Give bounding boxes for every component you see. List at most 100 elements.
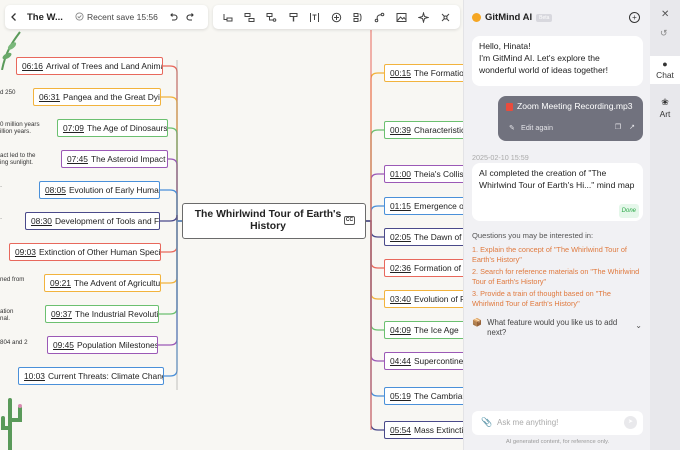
- summary-icon[interactable]: [349, 8, 367, 26]
- format-painter-icon[interactable]: [284, 8, 302, 26]
- caption-icon[interactable]: CC: [344, 216, 355, 225]
- side-tab-art[interactable]: ❀ Art: [650, 97, 680, 119]
- ask-input-box[interactable]: 📎 Ask me anything! ➤: [472, 411, 643, 435]
- right-node[interactable]: 00:39Characteristics: [384, 121, 463, 139]
- branch-connector: [164, 220, 182, 377]
- timestamp-link[interactable]: 07:09: [63, 123, 84, 133]
- file-title[interactable]: The W...: [27, 12, 67, 23]
- greeting-text: Hello, Hinata! I'm GitMind AI. Let's exp…: [479, 41, 608, 75]
- left-node[interactable]: 08:05 Evolution of Early Humans: [39, 181, 160, 199]
- right-node[interactable]: 04:09 The Ice Age: [384, 321, 463, 339]
- insert-sibling-icon[interactable]: [241, 8, 259, 26]
- timestamp-link[interactable]: 07:45: [67, 154, 88, 164]
- add-topic-icon[interactable]: [327, 8, 345, 26]
- timestamp-link[interactable]: 00:39: [390, 125, 411, 135]
- timestamp-link[interactable]: 04:09: [390, 325, 411, 335]
- timestamp-link[interactable]: 02:36: [390, 263, 411, 273]
- close-icon[interactable]: ✕: [661, 9, 669, 20]
- right-node[interactable]: 03:40Evolution of Ph: [384, 290, 463, 308]
- insert-child-icon[interactable]: [219, 8, 237, 26]
- timestamp-link[interactable]: 01:00: [390, 169, 411, 179]
- collapse-icon[interactable]: ↺: [660, 28, 668, 39]
- node-label: Arrival of Trees and Land Animals: [45, 61, 163, 71]
- left-node[interactable]: 09:37 The Industrial Revolution: [45, 305, 159, 323]
- timestamp-link[interactable]: 00:15: [390, 68, 411, 78]
- suggestion-3[interactable]: 3. Provide a train of thought based on "…: [472, 289, 644, 309]
- chat-icon: ●: [662, 59, 668, 69]
- cut-off-text: nal.: [0, 315, 10, 322]
- mindmap-canvas[interactable]: d 250 0 million years illion years. act led…: [0, 0, 463, 450]
- suggestion-2[interactable]: 2. Search for reference materials on "Th…: [472, 267, 644, 287]
- cut-off-text: illion years.: [0, 128, 31, 135]
- left-node[interactable]: 09:21 The Advent of Agriculture: [44, 274, 161, 292]
- side-tab-chat[interactable]: ● Chat: [650, 56, 680, 84]
- send-button[interactable]: ➤: [624, 416, 637, 429]
- back-icon[interactable]: [5, 8, 23, 26]
- timestamp-link[interactable]: 09:45: [53, 340, 74, 350]
- message-timestamp: 2025-02-10 15:59: [472, 153, 529, 162]
- right-node[interactable]: 05:54Mass Extinction: [384, 421, 463, 439]
- timestamp-link[interactable]: 06:31: [39, 92, 60, 102]
- right-node[interactable]: 02:05The Dawn of Li: [384, 228, 463, 246]
- timestamp-link[interactable]: 05:19: [390, 391, 411, 401]
- relationship-icon[interactable]: [371, 8, 389, 26]
- file-toolbar: The W... Recent save 15:56: [5, 5, 208, 29]
- right-node[interactable]: 00:15 The Formation: [384, 64, 463, 82]
- branch-connector: [366, 220, 384, 397]
- timestamp-link[interactable]: 08:05: [45, 185, 66, 195]
- node-label: Population Milestones: [76, 340, 158, 350]
- new-chat-icon[interactable]: +: [629, 12, 640, 23]
- timestamp-link[interactable]: 09:03: [15, 247, 36, 257]
- node-label: The Asteroid Impact: [90, 154, 166, 164]
- timestamp-link[interactable]: 05:54: [390, 425, 411, 435]
- branch-connector: [366, 173, 384, 222]
- attachment-icon[interactable]: 📎: [481, 417, 492, 428]
- right-node[interactable]: 02:36Formation of C: [384, 259, 463, 277]
- cut-off-text: 804 and 2: [0, 339, 28, 346]
- right-node[interactable]: 04:44Supercontinent: [384, 352, 463, 370]
- copy-icon[interactable]: ❐: [615, 123, 621, 131]
- branch-connector: [366, 220, 384, 269]
- plant-decoration-top: [1, 31, 21, 70]
- ai-brand-name: GitMind AI: [485, 12, 533, 23]
- ai-icon[interactable]: [414, 8, 432, 26]
- branch-connector: [366, 220, 384, 300]
- left-node[interactable]: 06:31 Pangea and the Great Dying: [33, 88, 161, 106]
- edit-again-button[interactable]: ✎ Edit again: [509, 123, 553, 132]
- left-node[interactable]: 10:03 Current Threats: Climate Change: [18, 367, 164, 385]
- text-box-icon[interactable]: [306, 8, 324, 26]
- suggestion-1[interactable]: 1. Explain the concept of "The Whirlwind…: [472, 245, 644, 265]
- right-node[interactable]: 05:19The Cambrian E: [384, 387, 463, 405]
- timestamp-link[interactable]: 06:16: [22, 61, 43, 71]
- root-topic[interactable]: The Whirlwind Tour of Earth's History CC: [182, 203, 366, 239]
- save-status: Recent save 15:56: [75, 11, 158, 23]
- right-node[interactable]: 01:15Emergence of V: [384, 197, 463, 215]
- timestamp-link[interactable]: 09:21: [50, 278, 71, 288]
- left-node[interactable]: 06:16 Arrival of Trees and Land Animals: [16, 57, 163, 75]
- left-node[interactable]: 09:03 Extinction of Other Human Species: [9, 243, 161, 261]
- node-label: The Age of Dinosaurs: [86, 123, 168, 133]
- left-node[interactable]: 07:09 The Age of Dinosaurs: [57, 119, 168, 137]
- timestamp-link[interactable]: 04:44: [390, 356, 411, 366]
- left-node[interactable]: 09:45 Population Milestones: [47, 336, 158, 354]
- uploaded-file-card: Zoom Meeting Recording.mp3 ✎ Edit again …: [498, 96, 643, 141]
- open-external-icon[interactable]: ↗: [629, 123, 635, 131]
- left-node[interactable]: 08:30 Development of Tools and Fire: [25, 212, 160, 230]
- timestamp-link[interactable]: 10:03: [24, 371, 45, 381]
- undo-icon[interactable]: [164, 8, 182, 26]
- right-node[interactable]: 01:00Theia's Collision: [384, 165, 463, 183]
- redo-icon[interactable]: [182, 8, 200, 26]
- timestamp-link[interactable]: 03:40: [390, 294, 411, 304]
- picture-icon[interactable]: [393, 8, 411, 26]
- feature-request-toggle[interactable]: 📦 What feature would you like us to add …: [472, 318, 644, 338]
- branch-connector: [161, 220, 182, 253]
- branch-connector: [168, 127, 182, 222]
- insert-parent-icon[interactable]: [262, 8, 280, 26]
- cut-off-text: act led to the: [0, 152, 36, 159]
- timestamp-link[interactable]: 01:15: [390, 201, 411, 211]
- timestamp-link[interactable]: 09:37: [51, 309, 72, 319]
- more-icon[interactable]: [436, 8, 454, 26]
- timestamp-link[interactable]: 02:05: [390, 232, 411, 242]
- left-node[interactable]: 07:45 The Asteroid Impact: [61, 150, 168, 168]
- timestamp-link[interactable]: 08:30: [31, 216, 52, 226]
